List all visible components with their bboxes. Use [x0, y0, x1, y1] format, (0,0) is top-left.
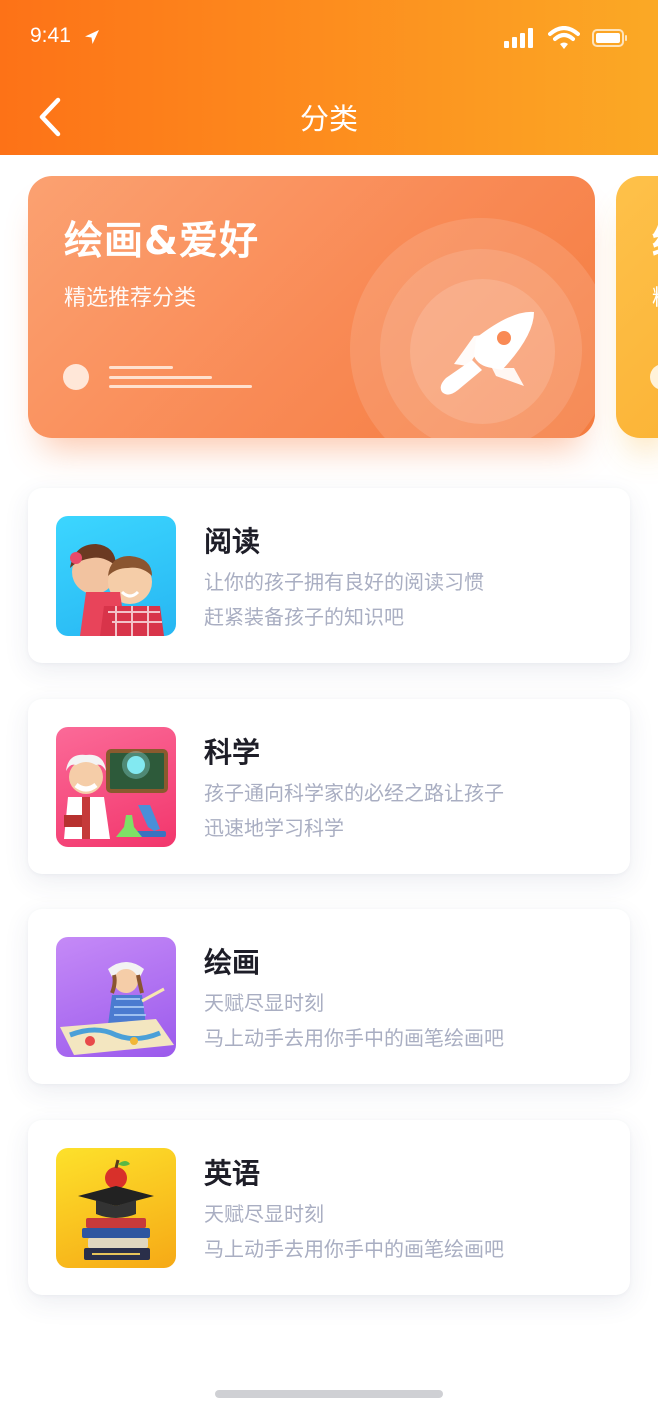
category-thumb-science: [56, 727, 176, 847]
category-desc-line-1: 让你的孩子拥有良好的阅读习惯: [204, 570, 484, 594]
children-illustration: [70, 544, 164, 636]
category-title: 科学: [204, 736, 261, 769]
category-desc-line-1: 天赋尽显时刻: [204, 1202, 324, 1226]
category-thumb-english: [56, 1148, 176, 1268]
category-desc-line-2: 赶紧装备孩子的知识吧: [204, 605, 404, 629]
category-thumb-reading: [56, 516, 176, 636]
status-time: 9:41: [30, 24, 71, 47]
featured-category-banner[interactable]: 绘画&爱好 精选推荐分类: [28, 176, 595, 438]
next-banner-dot: [650, 364, 658, 390]
app-header: 9:41 分类: [0, 0, 658, 155]
category-thumb-painting: [56, 937, 176, 1057]
category-desc-line-2: 马上动手去用你手中的画笔绘画吧: [204, 1237, 504, 1261]
location-arrow-icon: [85, 30, 99, 44]
category-title: 阅读: [204, 525, 261, 558]
battery-icon: [592, 29, 627, 47]
banner-indicator-line: [109, 385, 252, 388]
next-banner-subtitle: 精: [652, 280, 658, 312]
category-card-english[interactable]: 英语 天赋尽显时刻 马上动手去用你手中的画笔绘画吧: [28, 1120, 630, 1295]
category-desc-line-2: 马上动手去用你手中的画笔绘画吧: [204, 1026, 504, 1050]
category-card-reading[interactable]: 阅读 让你的孩子拥有良好的阅读习惯 赶紧装备孩子的知识吧: [28, 488, 630, 663]
category-card-science[interactable]: 科学 孩子通向科学家的必经之路让孩子 迅速地学习科学: [28, 699, 630, 874]
banner-subtitle: 精选推荐分类: [64, 286, 197, 311]
wifi-icon: [548, 26, 580, 49]
category-desc-line-2: 迅速地学习科学: [204, 816, 344, 840]
category-title: 绘画: [204, 946, 261, 979]
girl-painting-illustration: [60, 962, 174, 1055]
next-banner-title: 绘: [652, 210, 658, 266]
category-title: 英语: [204, 1157, 261, 1190]
banner-indicator-dot: [63, 364, 89, 390]
page-title: 分类: [299, 102, 358, 136]
scientist-illustration: [64, 749, 168, 839]
banner-title: 绘画&爱好: [64, 219, 260, 264]
books-apple-illustration: [78, 1159, 154, 1260]
category-card-painting[interactable]: 绘画 天赋尽显时刻 马上动手去用你手中的画笔绘画吧: [28, 909, 630, 1084]
banner-indicator-line: [109, 366, 173, 369]
next-category-banner[interactable]: 绘 精: [616, 176, 658, 438]
rocket-brush-icon: [440, 311, 534, 395]
cellular-signal-icon: [504, 28, 533, 48]
category-desc-line-1: 天赋尽显时刻: [204, 991, 324, 1015]
category-desc-line-1: 孩子通向科学家的必经之路让孩子: [204, 781, 504, 805]
banner-indicator-line: [109, 376, 212, 379]
home-indicator: [215, 1390, 443, 1398]
